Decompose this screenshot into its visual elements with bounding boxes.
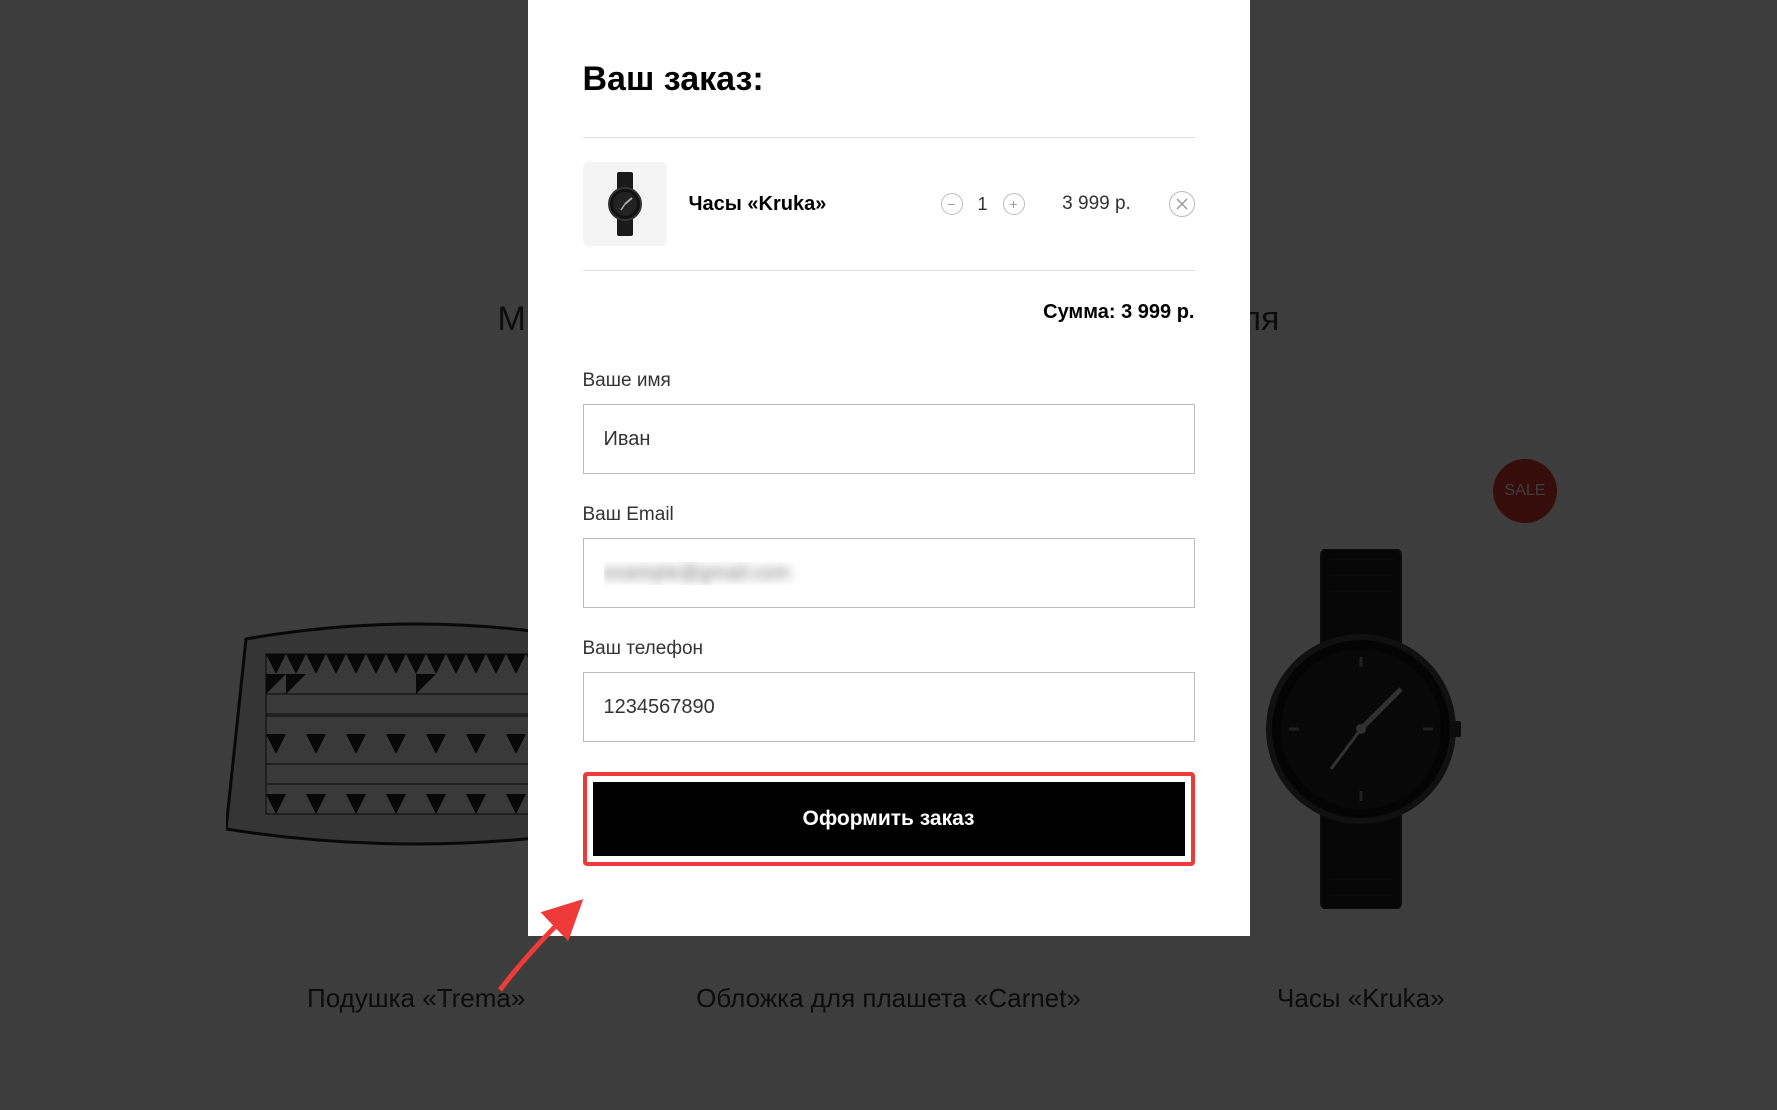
email-field-group: Ваш Email	[583, 504, 1195, 608]
checkout-modal: Ваш заказ: Часы «Kruka» − 1 + 3 999 р.	[528, 0, 1250, 936]
name-label: Ваше имя	[583, 370, 1195, 392]
submit-order-button[interactable]: Оформить заказ	[593, 782, 1185, 856]
order-item-price: 3 999 р.	[1047, 193, 1147, 215]
email-input[interactable]	[583, 538, 1195, 608]
decrease-quantity-button[interactable]: −	[941, 193, 963, 215]
order-thumbnail	[583, 162, 667, 246]
remove-item-button[interactable]	[1169, 191, 1195, 217]
phone-label: Ваш телефон	[583, 638, 1195, 660]
name-input[interactable]	[583, 404, 1195, 474]
increase-quantity-button[interactable]: +	[1003, 193, 1025, 215]
email-label: Ваш Email	[583, 504, 1195, 526]
total-value: 3 999 р.	[1121, 301, 1194, 323]
name-field-group: Ваше имя	[583, 370, 1195, 474]
quantity-stepper: − 1 +	[941, 193, 1025, 215]
submit-highlight: Оформить заказ	[583, 772, 1195, 866]
phone-input[interactable]	[583, 672, 1195, 742]
order-item-row: Часы «Kruka» − 1 + 3 999 р.	[583, 137, 1195, 271]
modal-title: Ваш заказ:	[583, 60, 1195, 99]
phone-field-group: Ваш телефон	[583, 638, 1195, 742]
quantity-value: 1	[977, 194, 989, 215]
order-total: Сумма: 3 999 р.	[583, 271, 1195, 370]
total-label: Сумма:	[1043, 301, 1115, 323]
watch-thumb-icon	[605, 172, 645, 236]
order-item-name: Часы «Kruka»	[689, 193, 919, 216]
close-icon	[1176, 198, 1188, 210]
